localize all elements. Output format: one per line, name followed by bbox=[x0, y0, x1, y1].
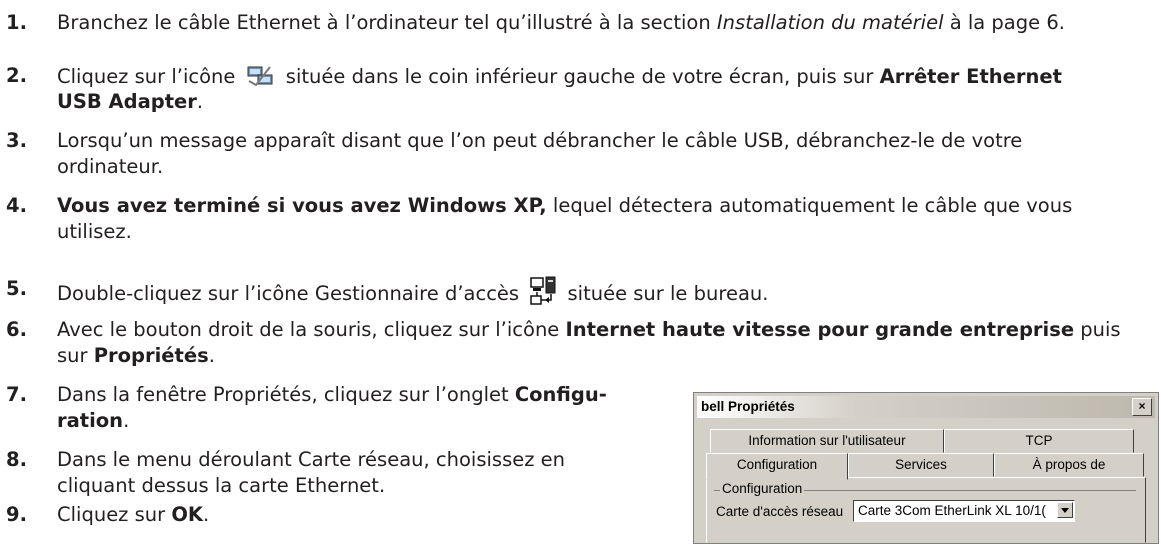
step-text: Double-cliquez sur l’icône Gestionnaire … bbox=[57, 276, 768, 313]
chevron-down-icon[interactable] bbox=[1057, 502, 1073, 518]
network-tray-icon bbox=[246, 63, 276, 96]
group-label: Configuration bbox=[720, 481, 805, 496]
step-number: 4. bbox=[6, 194, 27, 217]
network-card-label: Carte d'accès réseau bbox=[716, 504, 844, 519]
network-card-select[interactable]: Carte 3Com EtherLink XL 10/1( bbox=[853, 500, 1075, 522]
step-number: 8. bbox=[6, 448, 27, 471]
step-text: Lorsqu’un message apparaît disant que l’… bbox=[57, 129, 1023, 152]
close-icon[interactable]: × bbox=[1132, 398, 1152, 416]
step-text: Cliquez sur l’icône située dans le coin … bbox=[57, 63, 1062, 96]
tab-tcp[interactable]: TCP bbox=[944, 429, 1134, 453]
step-text: Dans le menu déroulant Carte réseau, cho… bbox=[57, 448, 566, 471]
step-number: 7. bbox=[6, 383, 27, 406]
access-manager-icon bbox=[529, 276, 557, 313]
dialog-title: bell Propriétés bbox=[701, 399, 795, 414]
step-text: Avec le bouton droit de la souris, cliqu… bbox=[57, 318, 1121, 341]
step-text: Dans la fenêtre Propriétés, cliquez sur … bbox=[57, 383, 607, 406]
step-number: 6. bbox=[6, 318, 27, 341]
tab-services[interactable]: Services bbox=[848, 453, 994, 477]
step-number: 5. bbox=[6, 277, 27, 300]
tab-user-information[interactable]: Information sur l'utilisateur bbox=[710, 429, 944, 453]
step-text: Vous avez terminé si vous avez Windows X… bbox=[57, 194, 1073, 217]
step-number: 3. bbox=[6, 129, 27, 152]
step-text: Branchez le câble Ethernet à l’ordinateu… bbox=[57, 11, 1065, 34]
tab-configuration[interactable]: Configuration bbox=[706, 453, 848, 480]
tab-about[interactable]: À propos de bbox=[994, 453, 1144, 477]
step-number: 2. bbox=[6, 64, 27, 87]
properties-dialog: bell Propriétés × Information sur l'util… bbox=[693, 392, 1159, 544]
step-number: 9. bbox=[6, 503, 27, 526]
step-number: 1. bbox=[6, 11, 27, 34]
dialog-title-bar: bell Propriétés × bbox=[697, 396, 1155, 418]
step-text: Cliquez sur OK. bbox=[57, 503, 210, 526]
network-card-value: Carte 3Com EtherLink XL 10/1( bbox=[858, 503, 1046, 518]
